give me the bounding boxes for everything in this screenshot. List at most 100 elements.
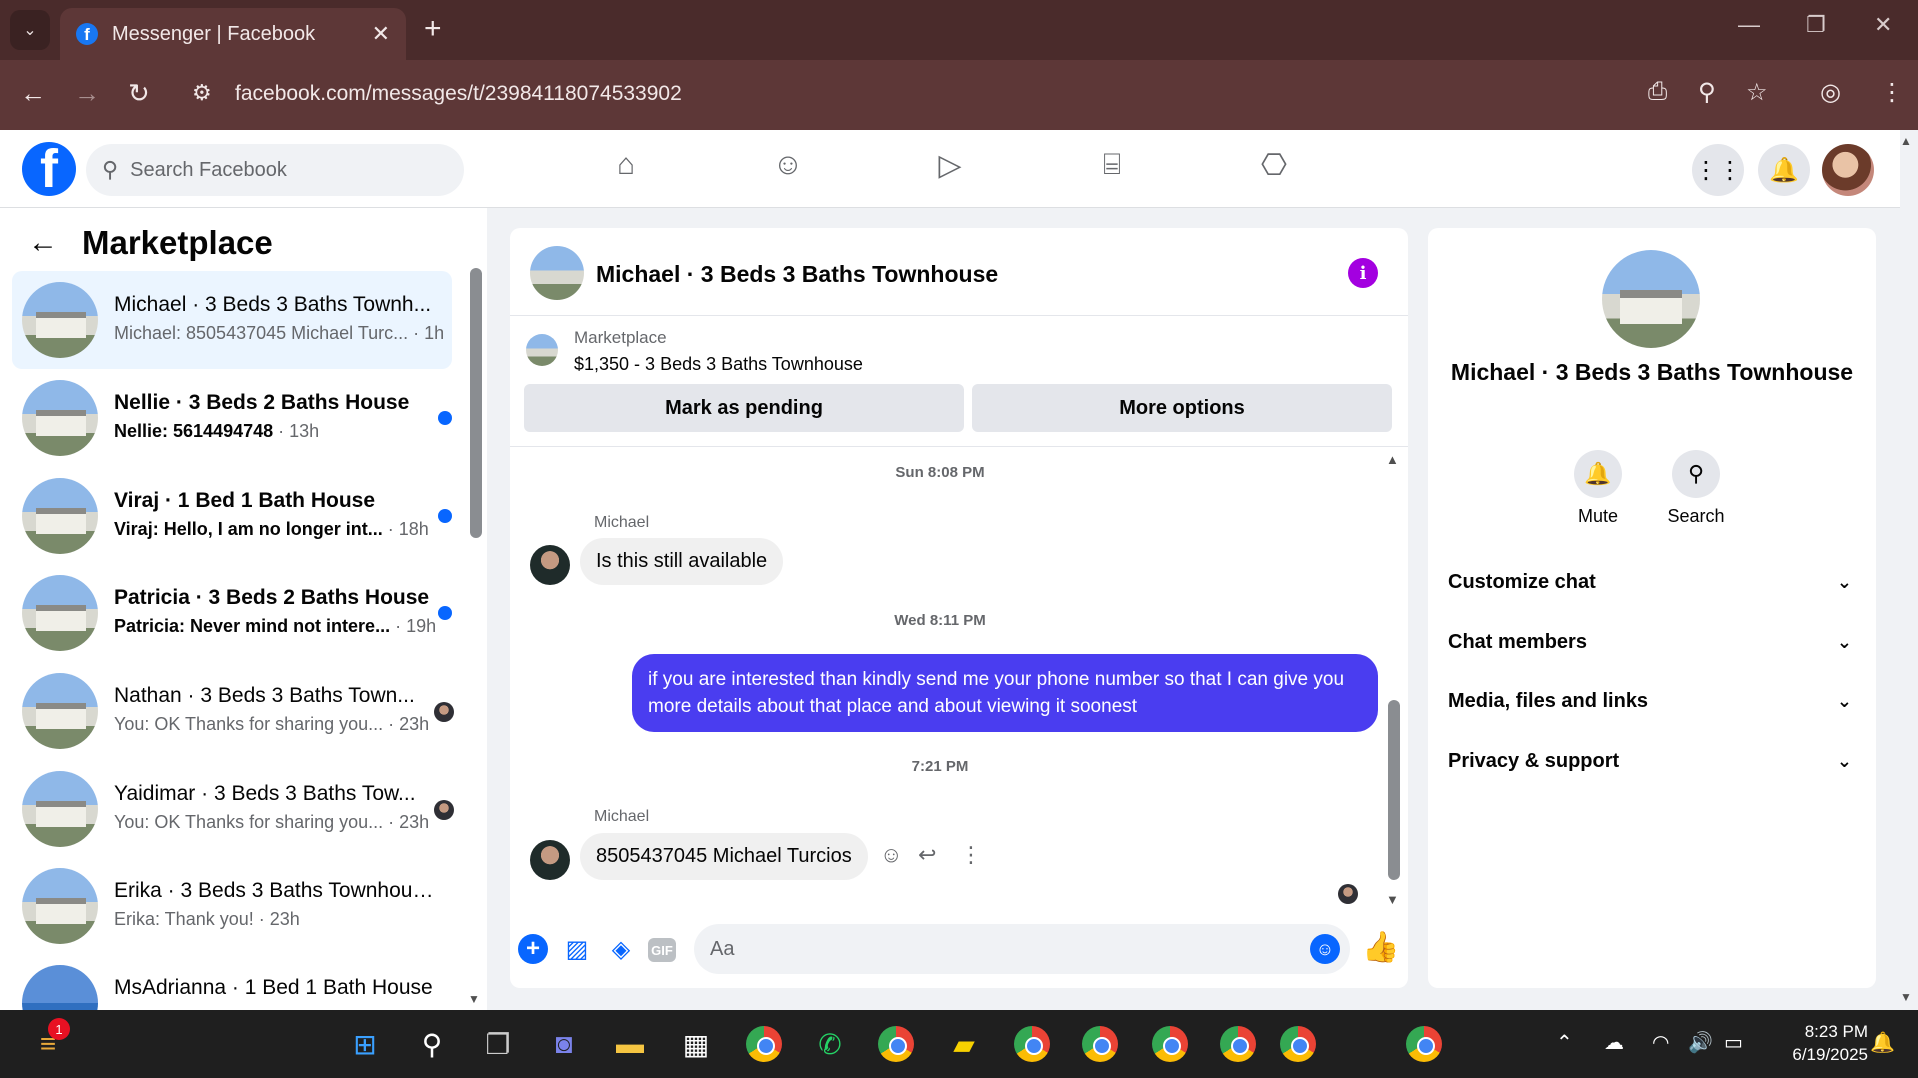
notifications-bell-icon[interactable]: 🔔 xyxy=(1758,144,1810,196)
page-scroll-up-arrow[interactable]: ▲ xyxy=(1900,134,1914,148)
chrome-taskbar-icon[interactable] xyxy=(744,1024,784,1064)
meet-icon[interactable]: ◙ xyxy=(544,1024,584,1064)
incoming-message[interactable]: Is this still available xyxy=(580,538,784,585)
conversation-item[interactable]: Viraj · 1 Bed 1 Bath House Viraj: Hello,… xyxy=(12,467,452,565)
gaming-icon[interactable]: ⎔ xyxy=(1254,148,1294,188)
emoji-icon[interactable]: ☺ xyxy=(1310,934,1340,964)
photo-icon[interactable]: ▨ xyxy=(562,934,592,964)
mute-button[interactable]: 🔔 Mute xyxy=(1558,450,1638,527)
message-timestamp: 7:21 PM xyxy=(911,758,969,775)
message-timestamp: Sun 8:08 PM xyxy=(895,464,985,481)
media-files-links-section[interactable]: Media, files and links ⌄ xyxy=(1448,679,1856,723)
sticky-notes-icon[interactable]: ▰ xyxy=(944,1024,984,1064)
sidebar-scroll-down-arrow[interactable]: ▼ xyxy=(468,992,480,1006)
forward-icon[interactable]: → xyxy=(74,78,100,109)
chat-scrollbar[interactable] xyxy=(1388,700,1400,880)
chat-avatar[interactable] xyxy=(530,246,584,300)
minimize-icon[interactable]: — xyxy=(1738,12,1760,38)
search-box[interactable]: ⚲ Search Facebook xyxy=(86,144,464,196)
incoming-message[interactable]: 8505437045 Michael Turcios xyxy=(580,833,868,880)
browser-tab[interactable]: f Messenger | Facebook ✕ xyxy=(60,8,406,60)
chat-scroll-up-arrow[interactable]: ▲ xyxy=(1386,452,1399,467)
conversation-avatar[interactable] xyxy=(1602,250,1700,348)
info-icon[interactable]: i xyxy=(1348,258,1378,288)
tab-search-button[interactable]: ⌄ xyxy=(10,10,50,50)
home-icon[interactable]: ⌂ xyxy=(606,148,646,188)
page-scroll-down-arrow[interactable]: ▼ xyxy=(1900,990,1914,1004)
conversation-item[interactable]: MsAdrianna · 1 Bed 1 Bath House xyxy=(12,954,452,1010)
bookmark-star-icon[interactable]: ☆ xyxy=(1746,78,1768,107)
more-options-button[interactable]: More options xyxy=(972,384,1392,432)
chrome-taskbar-icon[interactable] xyxy=(1404,1024,1444,1064)
chrome-taskbar-icon[interactable] xyxy=(1218,1024,1258,1064)
kebab-menu-icon[interactable]: ⋮ xyxy=(1880,78,1904,107)
restore-icon[interactable]: ❐ xyxy=(1806,12,1826,38)
react-emoji-icon[interactable]: ☺ xyxy=(880,842,902,868)
chrome-taskbar-icon[interactable] xyxy=(876,1024,916,1064)
chrome-taskbar-icon[interactable] xyxy=(1150,1024,1190,1064)
reload-icon[interactable]: ↻ xyxy=(128,78,150,109)
new-tab-button[interactable]: + xyxy=(424,12,442,46)
back-arrow-icon[interactable]: ← xyxy=(28,226,58,260)
install-app-icon[interactable]: ⎙ xyxy=(1648,78,1667,106)
chrome-taskbar-icon[interactable] xyxy=(1278,1024,1318,1064)
zoom-icon[interactable]: ⚲ xyxy=(1698,78,1716,107)
search-input[interactable]: Search Facebook xyxy=(130,159,287,182)
account-avatar[interactable] xyxy=(1822,144,1874,196)
chevron-down-icon: ⌄ xyxy=(23,22,37,39)
back-icon[interactable]: ← xyxy=(20,78,46,109)
plus-icon[interactable]: + xyxy=(518,934,548,964)
taskbar-search-icon[interactable]: ⚲ xyxy=(412,1024,452,1064)
sender-avatar[interactable] xyxy=(530,545,570,585)
mark-pending-button[interactable]: Mark as pending xyxy=(524,384,964,432)
outgoing-message[interactable]: if you are interested than kindly send m… xyxy=(632,654,1378,732)
reply-icon[interactable]: ↩ xyxy=(918,842,936,868)
video-icon[interactable]: ▷ xyxy=(930,148,970,188)
listing-title[interactable]: $1,350 - 3 Beds 3 Baths Townhouse xyxy=(574,354,863,375)
store-icon[interactable]: ▦ xyxy=(676,1024,716,1064)
profile-icon[interactable]: ◎ xyxy=(1820,78,1841,107)
volume-icon[interactable]: 🔊 xyxy=(1688,1030,1713,1055)
close-window-icon[interactable]: ✕ xyxy=(1874,12,1892,38)
facebook-logo-icon[interactable]: f xyxy=(22,142,76,196)
more-actions-icon[interactable]: ⋮ xyxy=(960,842,982,868)
notification-bell-icon[interactable]: 🔔 xyxy=(1870,1030,1895,1055)
chevron-up-icon[interactable]: ⌃ xyxy=(1556,1030,1573,1055)
menu-grid-icon[interactable]: ⋮⋮ xyxy=(1692,144,1744,196)
search-conversation-button[interactable]: ⚲ Search xyxy=(1656,450,1736,527)
message-input[interactable] xyxy=(694,924,1254,974)
listing-thumbnail[interactable] xyxy=(526,334,558,366)
whatsapp-icon[interactable]: ✆ xyxy=(810,1024,850,1064)
sender-avatar[interactable] xyxy=(530,840,570,880)
url-field[interactable]: facebook.com/messages/t/2398411807453390… xyxy=(235,82,682,106)
wifi-icon[interactable]: ◠ xyxy=(1652,1030,1669,1055)
file-explorer-icon[interactable]: ▬ xyxy=(610,1024,650,1064)
chat-scroll-down-arrow[interactable]: ▼ xyxy=(1386,892,1399,907)
gif-icon[interactable]: GIF xyxy=(648,938,676,962)
close-tab-icon[interactable]: ✕ xyxy=(372,21,390,47)
start-menu-icon[interactable]: ⊞ xyxy=(345,1024,385,1064)
customize-chat-section[interactable]: Customize chat ⌄ xyxy=(1448,560,1856,604)
sidebar-scrollbar[interactable] xyxy=(470,268,482,538)
chrome-taskbar-icon[interactable] xyxy=(1080,1024,1120,1064)
privacy-support-section[interactable]: Privacy & support ⌄ xyxy=(1448,739,1856,783)
conversation-item[interactable]: Michael · 3 Beds 3 Baths Townh... Michae… xyxy=(12,271,452,369)
chat-title[interactable]: Michael · 3 Beds 3 Baths Townhouse xyxy=(596,261,998,288)
chat-members-section[interactable]: Chat members ⌄ xyxy=(1448,620,1856,664)
sticker-icon[interactable]: ◈ xyxy=(606,934,636,964)
conversation-item[interactable]: Nathan · 3 Beds 3 Baths Town... You: OK … xyxy=(12,662,454,760)
friends-icon[interactable]: ☺ xyxy=(768,148,808,188)
taskbar-clock[interactable]: 8:23 PM 6/19/2025 xyxy=(1768,1020,1868,1066)
chrome-taskbar-icon[interactable] xyxy=(1012,1024,1052,1064)
onedrive-icon[interactable]: ☁ xyxy=(1604,1030,1624,1055)
site-info-icon[interactable]: ⚙ xyxy=(192,80,212,106)
conversation-item[interactable]: Patricia · 3 Beds 2 Baths House Patricia… xyxy=(12,564,452,662)
thumbs-up-icon[interactable]: 👍 xyxy=(1362,930,1399,965)
conversation-item[interactable]: Yaidimar · 3 Beds 3 Baths Tow... You: OK… xyxy=(12,760,454,858)
marketplace-icon[interactable]: ⌸ xyxy=(1092,148,1132,188)
conversation-item[interactable]: Nellie · 3 Beds 2 Baths House Nellie: 56… xyxy=(12,369,452,467)
battery-icon[interactable]: ▭ xyxy=(1724,1030,1743,1055)
conversation-name: Yaidimar · 3 Beds 3 Baths Tow... xyxy=(114,782,416,805)
conversation-item[interactable]: Erika · 3 Beds 3 Baths Townhouse Erika: … xyxy=(12,857,452,955)
task-view-icon[interactable]: ❐ xyxy=(478,1024,518,1064)
